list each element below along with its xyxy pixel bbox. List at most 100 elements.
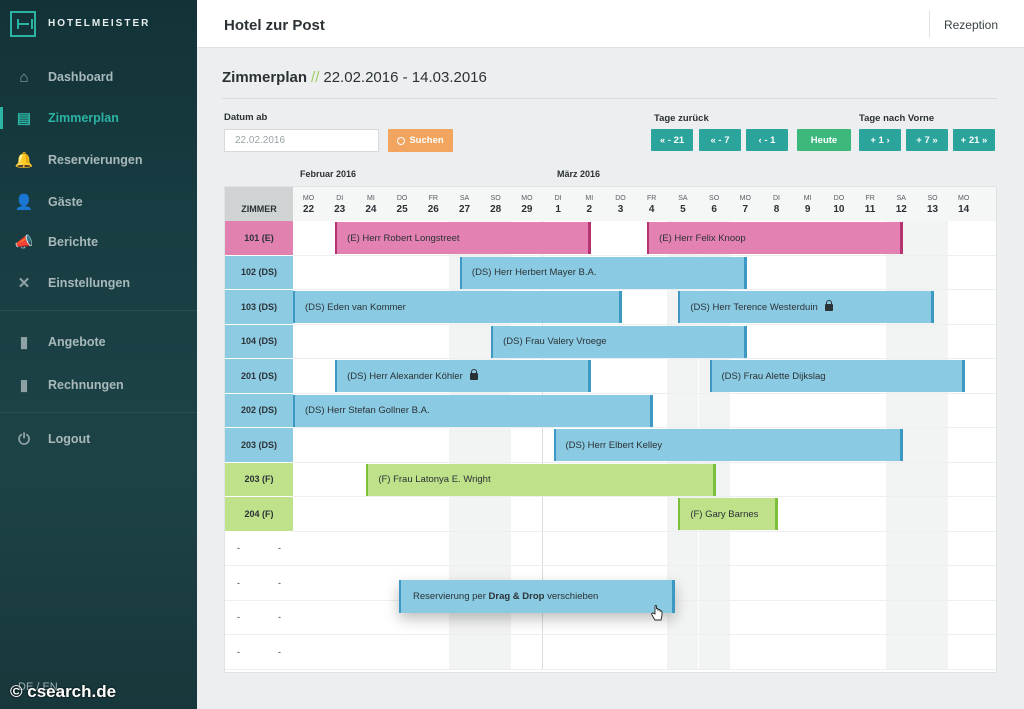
room-label: 201 (DS) — [225, 359, 293, 394]
row-divider — [293, 392, 996, 394]
sidebar-item-label: Zimmerplan — [48, 111, 119, 125]
reservation-bar[interactable]: (F) Frau Latonya E. Wright — [366, 463, 716, 496]
row-divider — [293, 496, 996, 497]
reservation-guest: (F) Frau Latonya E. Wright — [378, 474, 491, 485]
calendar-icon: ▤ — [16, 110, 32, 127]
back-21-button[interactable]: « - 21 — [651, 129, 693, 151]
reservation-guest: (DS) Herr Herbert Mayer B.A. — [471, 267, 597, 278]
forward-21-button[interactable]: + 21 » — [953, 129, 995, 151]
day-number: 11 — [864, 204, 876, 215]
room-type: - — [278, 612, 281, 623]
forward-1-button[interactable]: + 1 › — [859, 129, 901, 151]
day-header-cell: DO 25 — [387, 187, 418, 221]
day-header-cell: SA 5 — [667, 187, 698, 221]
reservation-bar[interactable]: (DS) Herr Elbert Kelley — [553, 429, 903, 461]
brand[interactable]: HOTELMEISTER — [10, 10, 150, 37]
back-1-button[interactable]: ‹ - 1 — [746, 129, 788, 151]
forward-7-button[interactable]: + 7 » — [906, 129, 948, 151]
row-divider — [293, 358, 996, 359]
day-header-cell: DO 3 — [605, 187, 636, 221]
top-bar: Hotel zur Post Rezeption — [197, 0, 1024, 48]
reservation-bar[interactable]: (DS) Frau Alette Dijkslag — [709, 360, 966, 392]
divider — [0, 412, 197, 413]
reservation-bar[interactable]: (DS) Herr Herbert Mayer B.A. — [459, 256, 747, 289]
month-label: März 2016 — [557, 169, 601, 179]
reservation-guest: (F) Gary Barnes — [690, 508, 759, 520]
reservation-bar[interactable]: (DS) Frau Valery Vroege — [491, 325, 747, 358]
divider — [222, 98, 997, 99]
sidebar-item-gäste[interactable]: 👤 Gäste — [0, 185, 197, 219]
sidebar-item-label: Gäste — [48, 195, 83, 209]
page-title: Zimmerplan//22.02.2016 - 14.03.2016 — [222, 69, 487, 86]
sidebar-item-einstellungen[interactable]: ✕ Einstellungen — [0, 266, 197, 300]
room-label: 104 (DS) — [225, 324, 293, 359]
document-icon: ▮ — [19, 334, 29, 351]
date-from-input[interactable] — [224, 129, 379, 152]
sidebar-item-label: Angebote — [48, 335, 106, 349]
weekday-label: SA — [896, 195, 906, 202]
sidebar-item-label: Rechnungen — [48, 378, 124, 392]
search-button[interactable]: Suchen — [388, 129, 453, 152]
room-type: - — [278, 543, 281, 554]
sidebar-item-dashboard[interactable]: ⌂ Dashboard — [0, 60, 197, 94]
row-divider — [293, 530, 996, 532]
day-number: 13 — [926, 204, 939, 215]
reservation-guest: (DS) Herr Alexander Köhler — [347, 370, 463, 382]
reservation-bar[interactable]: (DS) Herr Terence Westerduin — [678, 291, 935, 323]
sidebar-item-logout[interactable]: ⏻ Logout — [0, 422, 197, 456]
document-icon: ▮ — [19, 377, 29, 394]
sidebar-item-zimmerplan[interactable]: ▤ Zimmerplan — [0, 101, 197, 135]
weekday-label: SO — [709, 195, 720, 202]
sidebar-item-berichte[interactable]: 📣 Berichte — [0, 225, 197, 259]
room-label: 103 (DS) — [225, 290, 293, 325]
sidebar-item-reservierungen[interactable]: 🔔 Reservierungen — [0, 143, 197, 177]
sidebar-item-angebote[interactable]: ▮ Angebote — [0, 325, 197, 359]
sidebar-item-label: Dashboard — [48, 70, 114, 84]
reservation-bar[interactable]: (DS) Eden van Kommer — [293, 291, 623, 323]
reservation-bar[interactable]: (DS) Herr Stefan Gollner B.A. — [293, 394, 654, 427]
day-header-cell: SO 13 — [917, 187, 948, 221]
row-divider — [293, 323, 996, 325]
reservation-bar[interactable]: (E) Herr Felix Knoop — [647, 222, 903, 254]
day-header-cell: DO 10 — [823, 187, 854, 221]
home-icon: ⌂ — [19, 68, 29, 86]
dragged-reservation[interactable]: Reservierung per Drag & Drop verschieben — [399, 580, 675, 613]
reservation-bar[interactable]: (F) Gary Barnes — [678, 498, 779, 530]
day-header-cell: MO 14 — [948, 187, 979, 221]
row-divider — [293, 427, 996, 428]
user-menu[interactable]: Rezeption — [944, 18, 998, 32]
hotel-name: Hotel zur Post — [224, 17, 325, 34]
reservation-guest: (E) Herr Felix Knoop — [659, 232, 746, 244]
reservation-bar[interactable]: (E) Herr Robert Longstreet — [335, 222, 591, 254]
back-7-button[interactable]: « - 7 — [699, 129, 741, 151]
room-label: 101 (E) — [225, 221, 293, 256]
weekday-label: SO — [927, 195, 938, 202]
reservation-bar[interactable]: (DS) Herr Alexander Köhler — [335, 360, 591, 392]
day-header-cell: SA 27 — [449, 187, 480, 221]
weekday-label: MO — [302, 195, 315, 202]
drag-hint-bold: Drag & Drop — [488, 591, 545, 602]
reservation-guest: (DS) Herr Elbert Kelley — [565, 439, 663, 451]
bell-icon: 🔔 — [14, 152, 34, 169]
hotel-logo-icon — [10, 10, 36, 37]
divider — [929, 10, 930, 38]
reservation-guest: (DS) Frau Alette Dijkslag — [721, 370, 826, 382]
sidebar-item-rechnungen[interactable]: ▮ Rechnungen — [0, 368, 197, 402]
room-column-header: ZIMMER — [225, 187, 293, 221]
drag-hint-prefix: Reservierung per — [413, 591, 489, 602]
reservation-guest: (E) Herr Robert Longstreet — [347, 232, 460, 244]
lock-icon — [824, 299, 833, 311]
today-button[interactable]: Heute — [797, 129, 851, 151]
weekday-label: DI — [336, 195, 344, 202]
day-number: 9 — [804, 204, 811, 215]
weekday-label: MO — [521, 195, 533, 202]
divider — [0, 310, 197, 311]
weekday-label: MI — [585, 195, 594, 202]
day-number: 23 — [334, 204, 346, 215]
day-header-cell: DI 1 — [543, 187, 574, 221]
day-header-cell: MO 22 — [293, 187, 324, 221]
day-header-cell: SO 6 — [699, 187, 730, 221]
month-label: Februar 2016 — [300, 169, 357, 179]
room-label: 102 (DS) — [225, 255, 293, 290]
title-separator: // — [311, 69, 320, 86]
